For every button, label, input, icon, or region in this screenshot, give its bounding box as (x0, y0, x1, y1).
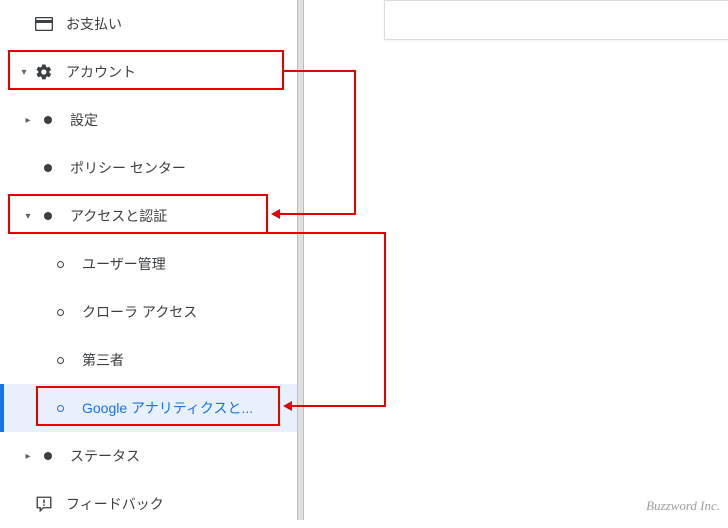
sidebar: お支払い ▾ アカウント ▸ 設定 ポリシー センター ▾ アクセスと認証 ユー… (0, 0, 297, 520)
sidebar-item-third-party[interactable]: 第三者 (0, 336, 297, 384)
sidebar-item-user-management[interactable]: ユーザー管理 (0, 240, 297, 288)
bullet-icon (36, 452, 60, 460)
payments-icon (32, 17, 56, 31)
sidebar-item-access-auth[interactable]: ▾ アクセスと認証 (0, 192, 297, 240)
label: ポリシー センター (70, 158, 186, 178)
gear-icon (32, 63, 56, 81)
bullet-icon (48, 261, 72, 268)
bullet-icon (48, 357, 72, 364)
content-area: Buzzword Inc. (304, 0, 728, 520)
label: フィードバック (66, 494, 164, 514)
sidebar-item-feedback[interactable]: フィードバック (0, 480, 297, 528)
bullet-icon (48, 405, 72, 412)
label: ステータス (70, 446, 140, 466)
label: アクセスと認証 (70, 206, 167, 226)
bullet-icon (36, 212, 60, 220)
label: 第三者 (82, 350, 124, 370)
label: ユーザー管理 (82, 254, 166, 274)
chevron-right-icon: ▸ (22, 451, 34, 462)
chevron-down-icon: ▾ (22, 211, 34, 222)
feedback-icon (32, 495, 56, 513)
sidebar-item-policy-center[interactable]: ポリシー センター (0, 144, 297, 192)
footer-brand: Buzzword Inc. (646, 498, 720, 514)
sidebar-item-crawler-access[interactable]: クローラ アクセス (0, 288, 297, 336)
sidebar-item-settings[interactable]: ▸ 設定 (0, 96, 297, 144)
label: Google アナリティクスと... (82, 398, 253, 418)
bullet-icon (36, 116, 60, 124)
sidebar-item-account[interactable]: ▾ アカウント (0, 48, 297, 96)
bullet-icon (48, 309, 72, 316)
sidebar-item-google-analytics[interactable]: Google アナリティクスと... (0, 384, 297, 432)
sidebar-item-status[interactable]: ▸ ステータス (0, 432, 297, 480)
label: 設定 (70, 110, 98, 130)
label: クローラ アクセス (82, 302, 197, 322)
sidebar-item-payments[interactable]: お支払い (0, 0, 297, 48)
chevron-right-icon: ▸ (22, 115, 34, 126)
label: お支払い (66, 14, 122, 34)
vertical-divider (297, 0, 304, 520)
label: アカウント (66, 62, 136, 82)
content-panel (384, 0, 728, 40)
bullet-icon (36, 164, 60, 172)
chevron-down-icon: ▾ (18, 67, 30, 78)
